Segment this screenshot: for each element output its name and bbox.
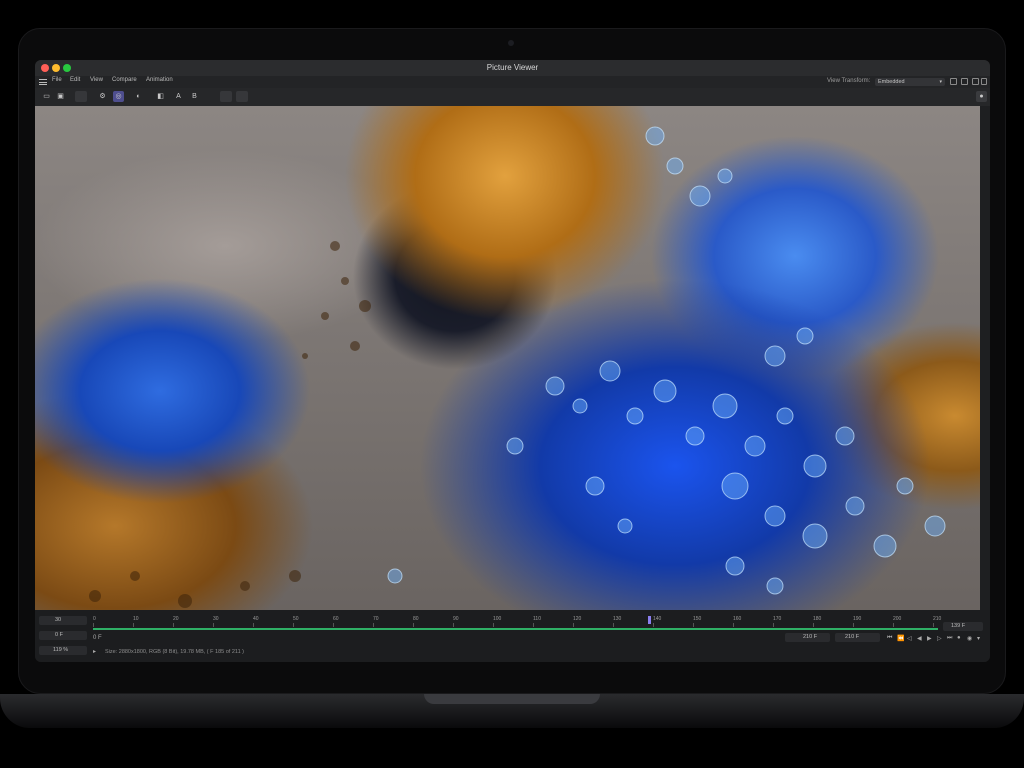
microphone-icon[interactable]: ● (976, 91, 987, 102)
settings-icon[interactable]: ⚙ (97, 91, 108, 102)
go-to-start-icon[interactable]: ⏮ (887, 635, 892, 642)
menu-edit[interactable]: Edit (70, 77, 80, 83)
current-frame-field[interactable]: 0 F (39, 631, 87, 640)
panel-icon[interactable] (950, 78, 957, 85)
ruler-tick: 120 (573, 616, 582, 627)
next-frame-icon[interactable]: ▷ (937, 635, 942, 642)
image-viewport[interactable] (35, 106, 980, 610)
timeline-panel: 30 0 F 119 % 0 10 20 30 40 50 60 70 80 9… (35, 610, 990, 662)
ruler-tick: 70 (373, 616, 379, 627)
end-frame-field-b[interactable]: 210 F (835, 633, 880, 642)
menu-bar: File Edit View Compare Animation View Tr… (35, 76, 990, 88)
ruler-tick: 110 (533, 616, 541, 627)
menu-animation[interactable]: Animation (146, 77, 173, 83)
camera-icon (508, 40, 514, 46)
play-icon[interactable]: ▶ (927, 635, 932, 642)
toolbar: ▭ ▣ ⚙ ◎ ◐ ◧ A B ● (35, 88, 990, 106)
ruler-tick: 210 (933, 616, 942, 627)
timeline-track[interactable] (93, 628, 938, 630)
menu-file[interactable]: File (52, 77, 62, 83)
view-transform-value: Embedded (878, 79, 905, 85)
ruler-tick: 100 (493, 616, 502, 627)
view-transform-select[interactable]: Embedded ▾ (875, 78, 945, 86)
ruler-tick: 160 (733, 616, 742, 627)
zoom-field[interactable]: 119 % (39, 646, 87, 655)
ruler-tick: 140 (653, 616, 662, 627)
split-compare-icon[interactable]: ◧ (155, 91, 166, 102)
chevron-down-icon: ▾ (939, 79, 942, 85)
toolbar-disabled-2[interactable] (236, 91, 248, 102)
ruler-tick: 150 (693, 616, 702, 627)
share-icon[interactable] (972, 78, 979, 85)
ruler-tick: 200 (893, 616, 902, 627)
end-frame-field-a[interactable]: 210 F (785, 633, 830, 642)
picture-viewer-window: Picture Viewer File Edit View Compare An… (35, 60, 990, 662)
prev-frame-icon[interactable]: ◁ (907, 635, 912, 642)
export-icon[interactable] (961, 78, 968, 85)
ruler-tick: 170 (773, 616, 782, 627)
playhead[interactable] (648, 616, 651, 624)
playhead-frame-field[interactable]: 139 F (943, 622, 983, 631)
laptop-notch (424, 694, 600, 704)
ruler-tick: 20 (173, 616, 179, 627)
image-status-text: Size: 2880x1800, RGB (8 Bit), 19.78 MB, … (105, 649, 244, 655)
bubble-texture (89, 126, 946, 608)
ruler-tick: 50 (293, 616, 299, 627)
ruler-tick: 0 (93, 616, 96, 627)
more-chevron-icon[interactable]: ▾ (977, 635, 980, 642)
toolbar-spacer (75, 91, 87, 102)
step-back-icon[interactable]: ⏪ (897, 635, 904, 642)
menu-compare[interactable]: Compare (112, 77, 137, 83)
ruler-tick: 60 (333, 616, 339, 627)
compare-a-button[interactable]: A (173, 91, 184, 102)
ruler-tick: 180 (813, 616, 822, 627)
expand-chevron-icon[interactable]: ▸ (93, 648, 96, 655)
record-icon[interactable]: ● (957, 635, 961, 641)
color-target-icon[interactable]: ◎ (113, 91, 124, 102)
ruler-tick: 40 (253, 616, 259, 627)
title-bar: Picture Viewer (35, 60, 990, 76)
save-icon[interactable]: ▣ (55, 91, 66, 102)
go-to-end-icon[interactable]: ⏭ (947, 635, 952, 642)
window-title: Picture Viewer (486, 63, 539, 72)
start-frame-field[interactable]: 30 (39, 616, 87, 625)
in-point-label: 0 F (93, 635, 102, 641)
ruler-tick: 80 (413, 616, 419, 627)
play-reverse-icon[interactable]: ◀ (917, 635, 922, 642)
view-transform-label: View Transform: (827, 78, 871, 84)
toolbar-disabled-1[interactable] (220, 91, 232, 102)
ruler-tick: 190 (853, 616, 862, 627)
ruler-tick: 30 (213, 616, 219, 627)
volume-icon[interactable]: ◉ (967, 635, 972, 642)
viewer-scrollbar[interactable] (980, 106, 990, 610)
ruler-tick: 10 (133, 616, 139, 627)
contrast-icon[interactable]: ◐ (133, 91, 144, 102)
open-folder-icon[interactable]: ▭ (41, 91, 52, 102)
download-icon[interactable] (981, 78, 987, 85)
hamburger-menu-icon[interactable] (39, 79, 47, 85)
ruler-tick: 130 (613, 616, 622, 627)
menu-view[interactable]: View (90, 77, 103, 83)
ruler-tick: 90 (453, 616, 459, 627)
compare-b-button[interactable]: B (189, 91, 200, 102)
frame-ruler[interactable]: 0 10 20 30 40 50 60 70 80 90 100 110 120… (93, 616, 942, 627)
